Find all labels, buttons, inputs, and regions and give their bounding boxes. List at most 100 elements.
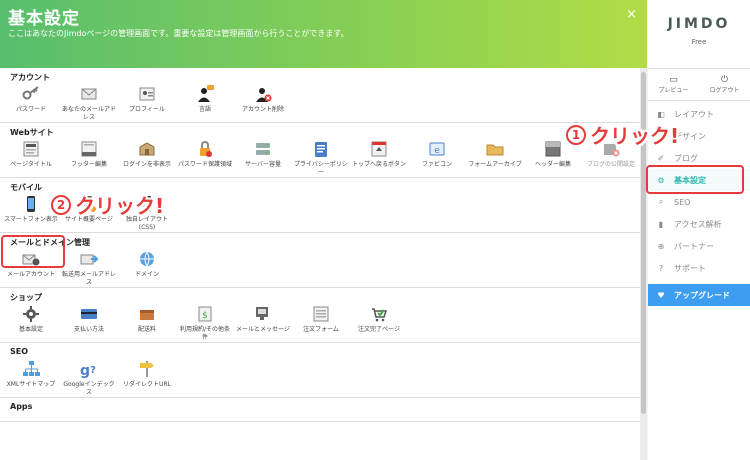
section-4: ショップ 基本設定 支払い方法 配送料 $ 利用規約/その他条件 メールとメッセージ 注文フォ… (0, 288, 640, 343)
setting-item-label: ヘッダー編集 (534, 161, 571, 168)
section-items: 基本設定 支払い方法 配送料 $ 利用規約/その他条件 メールとメッセージ 注文フォーム 注文… (0, 303, 640, 342)
setting-item[interactable]: サーバー容量 (234, 138, 292, 177)
setting-item[interactable]: ログインを非表示 (118, 138, 176, 177)
setting-item[interactable]: フッター編集 (60, 138, 118, 177)
section-title: Apps (10, 402, 33, 411)
delete-user-icon (234, 83, 292, 105)
setting-item-label: 注文完了ページ (358, 326, 400, 333)
setting-item[interactable]: ドメイン (118, 248, 176, 287)
setting-item-label: アカウント削除 (241, 106, 284, 113)
hide-login-icon (118, 138, 176, 160)
settings-panel: 基本設定 ここはあなたのJimdoページの管理画面です。重要な設定は管理画面から… (0, 0, 647, 460)
sidebar-item-label: サポート (674, 263, 706, 273)
setting-item-label: ファビコン (421, 161, 452, 168)
highlight-box-settings (646, 165, 744, 194)
sitemap-icon (2, 358, 60, 380)
step-text-2: クリック! (75, 194, 165, 218)
setting-item[interactable]: e ファビコン (408, 138, 466, 177)
partner-icon: ⊕ (657, 241, 665, 251)
sidebar-item-label: アップグレード (674, 290, 730, 300)
sidebar-item-label: ブログ (674, 153, 698, 163)
svg-text:?: ? (90, 365, 96, 376)
setting-item[interactable]: 注文完了ページ (350, 303, 408, 342)
setting-item[interactable]: フォームアーカイブ (466, 138, 524, 177)
setting-item[interactable]: 支払い方法 (60, 303, 118, 342)
google-index-icon: g? (60, 358, 118, 380)
setting-item[interactable]: パスワード (2, 83, 60, 122)
setting-item[interactable]: 配送料 (118, 303, 176, 342)
domain-globe-icon (118, 248, 176, 270)
section-title: Webサイト (10, 128, 54, 137)
setting-item-label: 支払い方法 (73, 326, 104, 333)
setting-item[interactable]: アカウント削除 (234, 83, 292, 122)
setting-item[interactable]: パスワード保護領域 (176, 138, 234, 177)
close-icon[interactable]: × (626, 8, 637, 21)
setting-item-label: パスワード保護領域 (178, 161, 233, 168)
footer-icon (60, 138, 118, 160)
setting-item[interactable]: ページタイトル (2, 138, 60, 177)
support-icon: ? (658, 263, 664, 273)
setting-item-label: フッター編集 (70, 161, 107, 168)
terms-icon: $ (176, 303, 234, 325)
preview-logout-row: ▭ プレビュー ⏻ ログアウト (648, 68, 750, 101)
setting-item-label: メールとメッセージ (236, 326, 290, 333)
setting-item-label: 転送用メールアドレス (62, 271, 117, 286)
panel-header: 基本設定 ここはあなたのJimdoページの管理画面です。重要な設定は管理画面から… (0, 0, 647, 68)
setting-item[interactable]: $ 利用規約/その他条件 (176, 303, 234, 342)
setting-item[interactable]: 注文フォーム (292, 303, 350, 342)
svg-text:e: e (434, 146, 440, 156)
setting-item[interactable]: 言語 (176, 83, 234, 122)
setting-item-label: Googleインデックス (63, 381, 115, 396)
plan-label: Free (691, 38, 707, 46)
analytics-icon: ▮ (658, 219, 664, 229)
setting-item-label: メールアカウント (6, 271, 55, 278)
setting-item-label: 言語 (198, 106, 211, 113)
redirect-sign-icon (118, 358, 176, 380)
sidebar-item-seo-search[interactable]: ⌕ SEO (648, 191, 750, 213)
key-icon (2, 83, 60, 105)
setting-item[interactable]: 転送用メールアドレス (60, 248, 118, 287)
setting-item[interactable]: メールとメッセージ (234, 303, 292, 342)
preview-button[interactable]: ▭ プレビュー (648, 69, 699, 100)
setting-item[interactable]: プロフィール (118, 83, 176, 122)
sidebar-item-analytics[interactable]: ▮ アクセス解析 (648, 213, 750, 235)
setting-item[interactable]: あなたのメールアドレス (60, 83, 118, 122)
logout-button[interactable]: ⏻ ログアウト (699, 69, 750, 100)
side-navigation: JIMDO Free ▭ プレビュー ⏻ ログアウト ◧ レイアウト ✎ デザイン ✐ ブ… (648, 0, 750, 460)
setting-item[interactable]: XMLサイトマップ (2, 358, 60, 397)
seo-search-icon: ⌕ (658, 197, 664, 206)
svg-text:$: $ (202, 311, 208, 321)
setting-item-label: 基本設定 (18, 326, 43, 333)
mail-forward-icon (60, 248, 118, 270)
setting-item[interactable]: 基本設定 (2, 303, 60, 342)
highlight-box-smartphone (1, 235, 65, 268)
sidebar-item-label: パートナー (674, 241, 714, 251)
setting-item-label: あなたのメールアドレス (62, 106, 117, 121)
sidebar-item-partner[interactable]: ⊕ パートナー (648, 235, 750, 257)
step-number-2: 2 (51, 194, 71, 215)
setting-item-label: サーバー容量 (245, 161, 281, 168)
setting-item[interactable]: リダイレクトURL (118, 358, 176, 397)
setting-item[interactable]: g? Googleインデックス (60, 358, 118, 397)
annotation-step1: 1 クリック! (566, 120, 679, 149)
section-title: アカウント (10, 73, 50, 82)
sidebar-item-support[interactable]: ? サポート (648, 257, 750, 279)
setting-item[interactable]: プライバシーポリシー (292, 138, 350, 177)
annotation-step2: 2 クリック! (51, 190, 164, 219)
section-3: メールとドメイン管理 メールアカウント 転送用メールアドレス ドメイン (0, 233, 640, 288)
setting-item-label: ドメイン (134, 271, 159, 278)
page-title-icon (2, 138, 60, 160)
setting-item-label: 利用規約/その他条件 (179, 326, 231, 341)
setting-item-label: トップへ戻るボタン (352, 161, 407, 168)
shipping-box-icon (118, 303, 176, 325)
preview-label: プレビュー (658, 87, 689, 94)
section-items: メールアカウント 転送用メールアドレス ドメイン (0, 248, 640, 287)
sidebar-item-heart[interactable]: ♥ アップグレード (648, 284, 750, 306)
step-text-1: クリック! (590, 124, 680, 148)
sidebar-item-label: アクセス解析 (674, 219, 722, 229)
setting-item-label: プロフィール (129, 106, 165, 113)
setting-item[interactable]: トップへ戻るボタン (350, 138, 408, 177)
credit-card-icon (60, 303, 118, 325)
settings-content: アカウント パスワード あなたのメールアドレス プロフィール 言語 アカウント削除 Webサ… (0, 68, 640, 460)
heart-icon: ♥ (657, 290, 665, 300)
